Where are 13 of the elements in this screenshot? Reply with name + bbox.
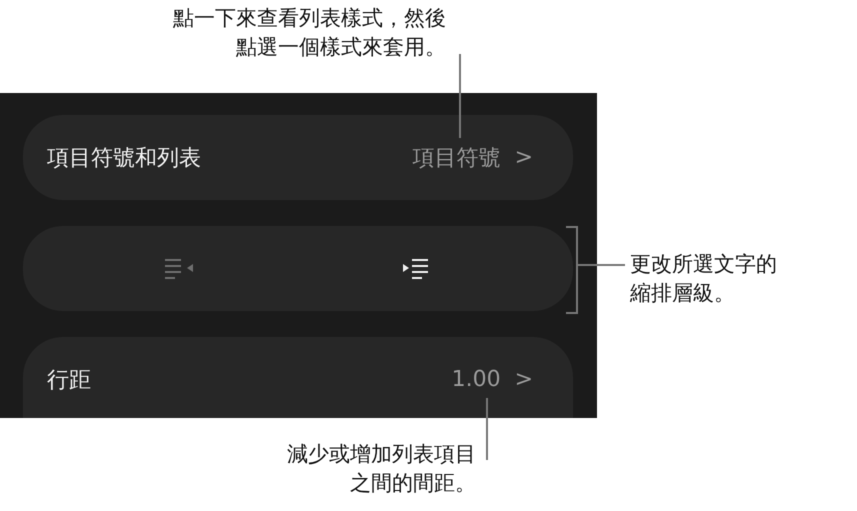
chevron-icon: > [514,145,533,170]
setting-value: 項目符號 [412,144,501,172]
leader-line [486,398,488,460]
setting-row[interactable]: 項目符號和列表 項目符號 > [23,115,573,200]
callout-text: 點一下來查看列表樣式，然後 點選一個樣式來套用。 [173,5,446,61]
setting-row[interactable]: 行距 1.00 > [23,337,573,418]
callout-text: 更改所選文字的 縮排層級。 [630,251,777,307]
chevron-icon: > [514,367,533,392]
leader-line [578,264,625,266]
setting-label: 項目符號和列表 [47,144,202,172]
setting-value: 1.00 [452,367,501,392]
setting-label: 行距 [47,366,92,394]
callout-text: 減少或增加列表項目 之間的間距。 [287,441,476,497]
